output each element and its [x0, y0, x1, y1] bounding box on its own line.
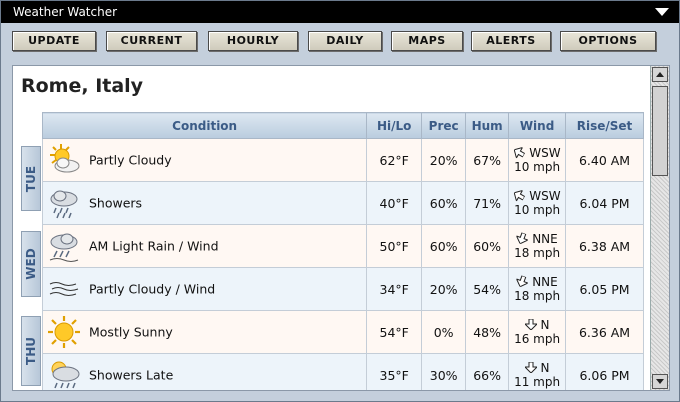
hum-value: 60%: [465, 224, 510, 268]
col-wind: Wind: [508, 112, 567, 139]
hum-value: 54%: [465, 267, 510, 311]
wind-cell: WSW 10 mph: [508, 181, 567, 225]
hourly-button[interactable]: HOURLY: [208, 31, 298, 51]
prec-value: 20%: [421, 267, 467, 311]
hum-value: 66%: [465, 353, 510, 390]
weather-watcher-window: Weather Watcher UPDATE CURRENT HOURLY DA…: [0, 0, 680, 402]
wind-dir: N: [540, 318, 550, 332]
hum-value: 71%: [465, 181, 510, 225]
wind-dir: WSW: [529, 189, 561, 203]
prec-value: 60%: [421, 224, 467, 268]
partly-cloudy-wind-icon: [49, 282, 79, 296]
alerts-button[interactable]: ALERTS: [471, 31, 551, 51]
wind-speed: 10 mph: [514, 203, 561, 217]
app-title: Weather Watcher: [13, 5, 118, 19]
condition-text: Partly Cloudy: [89, 152, 172, 168]
col-hum: Hum: [465, 112, 510, 139]
wind-cell: NNE 18 mph: [508, 224, 567, 268]
table-row: Showers Late 35°F 30% 66% N 11 mph 6.06 …: [41, 353, 644, 390]
riseset-value: 6.04 PM: [565, 181, 644, 225]
wind-speed: 18 mph: [514, 246, 561, 260]
forecast-table: Condition Hi/Lo Prec Hum Wind Rise/Set P…: [41, 112, 644, 390]
riseset-value: 6.38 AM: [565, 224, 644, 268]
wind-arrow-icon: [514, 189, 526, 203]
col-condition: Condition: [41, 112, 368, 139]
prec-value: 20%: [421, 138, 467, 182]
condition-text: Showers Late: [89, 367, 174, 383]
sunny-icon: [48, 316, 80, 348]
wind-arrow-icon: [523, 318, 538, 331]
chevron-up-icon: [656, 72, 664, 77]
scroll-up-button[interactable]: [652, 67, 668, 82]
showers-icon: [50, 190, 78, 219]
table-row: Showers 40°F 60% 71% WSW 10 mph 6.04 PM: [41, 181, 644, 225]
table-row: Partly Cloudy 62°F 20% 67% WSW 10 mph 6.…: [41, 138, 644, 182]
wind-arrow-icon: [514, 146, 526, 160]
update-button[interactable]: UPDATE: [12, 31, 96, 51]
table-header-row: Condition Hi/Lo Prec Hum Wind Rise/Set: [41, 112, 644, 139]
col-riseset: Rise/Set: [565, 112, 644, 139]
wind-cell: N 16 mph: [508, 310, 567, 354]
maps-button[interactable]: MAPS: [391, 31, 463, 51]
table-row: AM Light Rain / Wind 50°F 60% 60% NNE 18…: [41, 224, 644, 268]
collapse-arrow-icon[interactable]: [655, 8, 669, 16]
hum-value: 48%: [465, 310, 510, 354]
forecast-panel: Rome, Italy TUE WED THU Condition Hi/Lo …: [12, 65, 670, 391]
scroll-down-button[interactable]: [652, 374, 668, 389]
riseset-value: 6.06 PM: [565, 353, 644, 390]
wind-arrow-icon: [515, 275, 530, 288]
prec-value: 30%: [421, 353, 467, 390]
wind-cell: NNE 18 mph: [508, 267, 567, 311]
prec-value: 0%: [421, 310, 467, 354]
wind-cell: WSW 10 mph: [508, 138, 567, 182]
wind-arrow-icon: [523, 361, 538, 374]
day-label-tue: TUE: [21, 146, 41, 211]
table-row: Partly Cloudy / Wind 34°F 20% 54% NNE 18…: [41, 267, 644, 311]
current-button[interactable]: CURRENT: [106, 31, 197, 51]
vertical-scrollbar[interactable]: [650, 66, 669, 390]
day-label-wed: WED: [21, 231, 41, 297]
col-prec: Prec: [421, 112, 467, 139]
wind-speed: 16 mph: [514, 332, 561, 346]
wind-dir: NNE: [532, 275, 558, 289]
col-hilo: Hi/Lo: [366, 112, 423, 139]
daily-button[interactable]: DAILY: [308, 31, 382, 51]
condition-text: Mostly Sunny: [89, 324, 173, 340]
toolbar: UPDATE CURRENT HOURLY DAILY MAPS ALERTS …: [1, 25, 679, 57]
wind-arrow-icon: [515, 232, 530, 245]
title-bar: Weather Watcher: [1, 1, 679, 23]
riseset-value: 6.36 AM: [565, 310, 644, 354]
wind-speed: 10 mph: [514, 160, 561, 174]
riseset-value: 6.05 PM: [565, 267, 644, 311]
wind-dir: WSW: [529, 146, 561, 160]
hilo-value: 50°F: [366, 224, 423, 268]
scroll-thumb[interactable]: [652, 86, 668, 176]
condition-text: AM Light Rain / Wind: [89, 238, 219, 254]
riseset-value: 6.40 AM: [565, 138, 644, 182]
hilo-value: 34°F: [366, 267, 423, 311]
wind-dir: N: [540, 361, 550, 375]
day-label-thu: THU: [21, 316, 41, 386]
options-button[interactable]: OPTIONS: [560, 31, 656, 51]
wind-cell: N 11 mph: [508, 353, 567, 390]
rain-wind-icon: [49, 233, 79, 262]
wind-speed: 18 mph: [514, 289, 561, 303]
wind-speed: 11 mph: [514, 375, 561, 389]
hilo-value: 62°F: [366, 138, 423, 182]
showers-late-icon: [51, 361, 80, 389]
condition-text: Partly Cloudy / Wind: [89, 281, 216, 297]
chevron-down-icon: [656, 379, 664, 384]
hum-value: 67%: [465, 138, 510, 182]
hilo-value: 40°F: [366, 181, 423, 225]
partly-cloudy-icon: [50, 144, 80, 173]
hilo-value: 54°F: [366, 310, 423, 354]
location-title: Rome, Italy: [21, 75, 144, 97]
hilo-value: 35°F: [366, 353, 423, 390]
prec-value: 60%: [421, 181, 467, 225]
condition-text: Showers: [89, 195, 143, 211]
table-row: Mostly Sunny 54°F 0% 48% N 16 mph 6.36 A…: [41, 310, 644, 354]
wind-dir: NNE: [532, 232, 558, 246]
